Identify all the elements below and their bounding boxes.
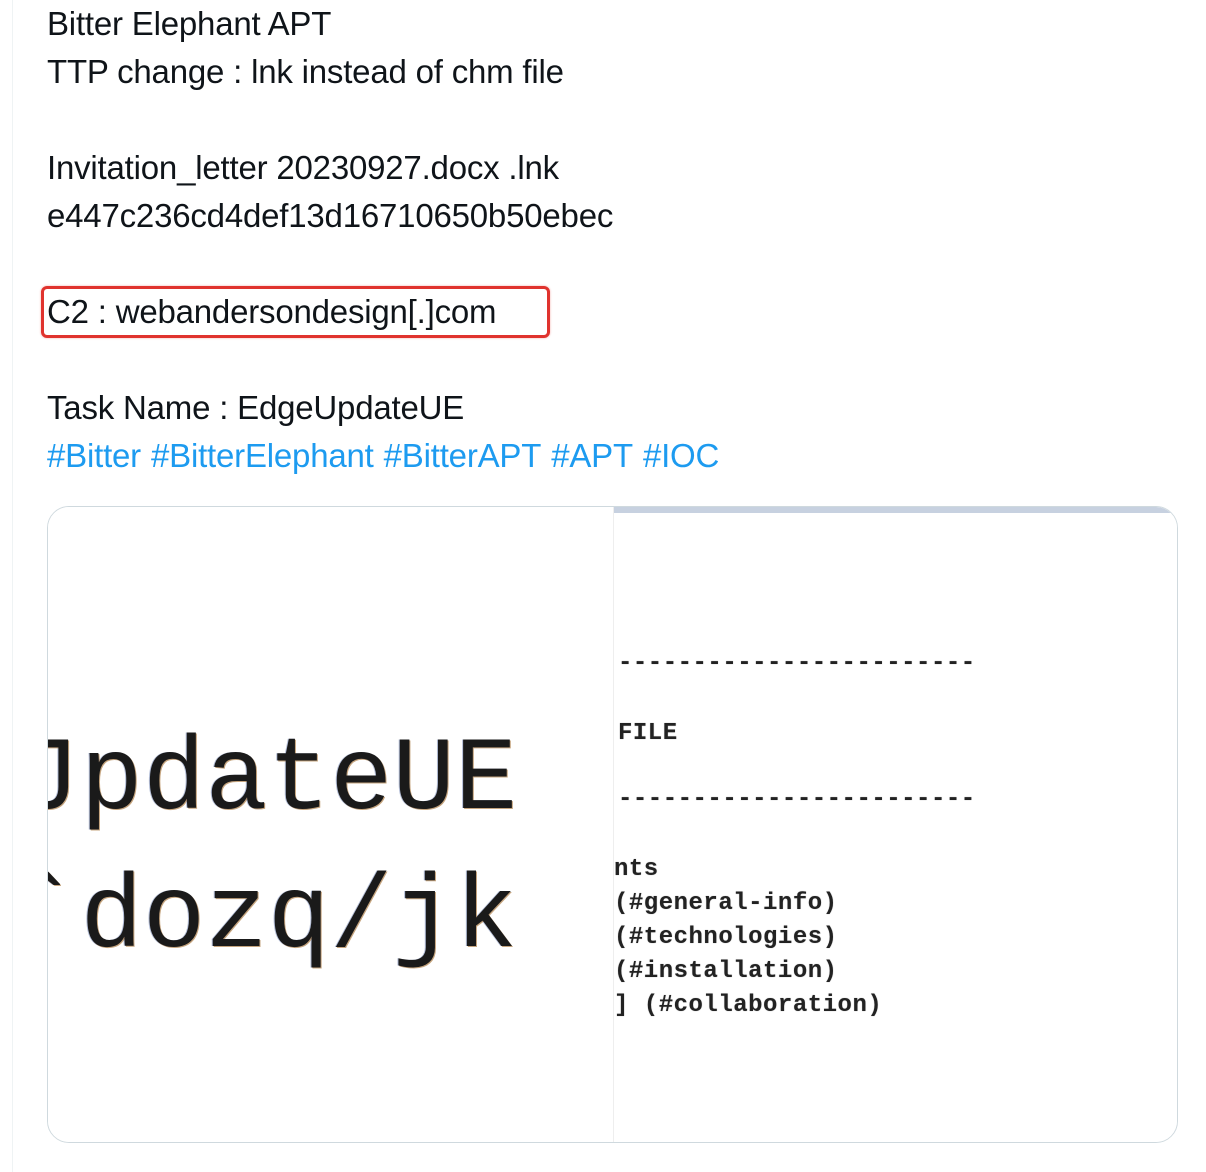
- media-card[interactable]: JpdateUE `dozq/jk ----------------------…: [47, 506, 1178, 1143]
- tweet-page: Bitter Elephant APT TTP change : lnk ins…: [0, 0, 1206, 1172]
- image-toc-line: ] (#collaboration): [614, 992, 883, 1019]
- image-file-label: FILE: [618, 720, 678, 747]
- tweet-line-c2: C2 : webandersondesign[.]com: [41, 286, 1177, 338]
- hashtag-link[interactable]: #IOC: [643, 437, 719, 474]
- tweet-line-filename: Invitation_letter 20230927.docx .lnk: [47, 149, 559, 186]
- image-toc-line: nts: [614, 856, 659, 883]
- hashtag-list: #Bitter #BitterElephant #BitterAPT #APT #IOC: [47, 432, 1177, 480]
- tweet-line-task-name: Task Name : EdgeUpdateUE: [47, 389, 465, 426]
- hashtag-link[interactable]: #APT: [551, 437, 633, 474]
- thread-divider: [12, 0, 13, 1172]
- tweet-line-ttp-change: TTP change : lnk instead of chm file: [47, 53, 564, 90]
- image-toc-line: (#technologies): [614, 924, 838, 951]
- media-image-left[interactable]: JpdateUE `dozq/jk: [48, 507, 613, 1142]
- hashtag-link[interactable]: #BitterAPT: [384, 437, 542, 474]
- tweet-line-hash: e447c236cd4def13d16710650b50ebec: [47, 197, 614, 234]
- image-toc-line: (#installation): [614, 958, 838, 985]
- image-toc-line: (#general-info): [614, 890, 838, 917]
- c2-highlight-box: [41, 286, 550, 338]
- image-text-line: `dozq/jk: [48, 860, 518, 978]
- tweet-body: Bitter Elephant APT TTP change : lnk ins…: [41, 0, 1177, 480]
- media-image-right[interactable]: ------------------------ FILE ----------…: [613, 507, 1177, 1142]
- hashtag-link[interactable]: #BitterElephant: [151, 437, 374, 474]
- image-text-line: JpdateUE: [48, 722, 518, 840]
- hashtag-link[interactable]: #Bitter: [47, 437, 141, 474]
- image-dash-line: ------------------------: [618, 786, 976, 813]
- image-top-strip: [614, 507, 1177, 513]
- image-dash-line: ------------------------: [618, 650, 976, 677]
- tweet-line-title: Bitter Elephant APT: [47, 5, 332, 42]
